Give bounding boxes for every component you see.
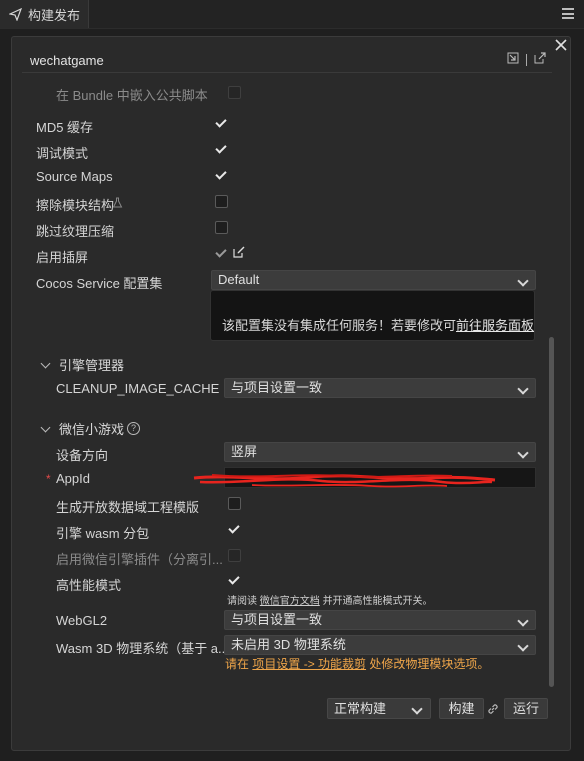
engine-manager-section[interactable]: 引擎管理器 (40, 355, 125, 374)
chevron-down-icon (517, 615, 529, 627)
note-suffix: 并开通高性能模式开关。 (322, 596, 433, 607)
engine-plugin-label: 启用微信引擎插件（分离引... (56, 552, 223, 567)
experiment-icon (112, 196, 123, 211)
redaction-scribble (193, 474, 496, 488)
build-button[interactable]: 构建 (439, 698, 484, 719)
service-info-box: 该配置集没有集成任何服务！若要修改可前往服务面板 (210, 290, 535, 341)
service-panel-link[interactable]: 前往服务面板 (456, 318, 534, 333)
note-prefix: 请阅读 (227, 596, 257, 607)
wechat-section[interactable]: 微信小游戏 ? (40, 419, 141, 438)
send-icon (9, 7, 22, 21)
help-icon[interactable]: ? (127, 422, 141, 435)
wasm-3d-physics-select[interactable]: 未启用 3D 物理系统 (224, 635, 536, 655)
cocos-service-value: Default (218, 272, 260, 287)
erase-modules-label: 擦除模块结构 (36, 198, 115, 213)
splash-label: 启用插屏 (36, 250, 89, 265)
cleanup-image-cache-value: 与项目设置一致 (231, 380, 323, 395)
warning-suffix: 处修改物理模块选项。 (369, 657, 490, 671)
webgl2-value: 与项目设置一致 (231, 612, 323, 627)
run-button[interactable]: 运行 (504, 698, 548, 719)
orientation-select[interactable]: 竖屏 (224, 442, 536, 462)
wechat-docs-link[interactable]: 微信官方文档 (260, 596, 320, 607)
wasm-3d-physics-value: 未启用 3D 物理系统 (231, 637, 346, 652)
build-mode-select[interactable]: 正常构建 (327, 698, 431, 719)
cocos-service-select[interactable]: Default (211, 270, 536, 290)
chevron-down-icon (517, 640, 529, 652)
source-maps-checkbox[interactable] (215, 169, 228, 182)
engine-manager-title: 引擎管理器 (59, 358, 125, 373)
appid-label: AppId (56, 471, 90, 486)
splash-checkbox[interactable] (215, 247, 228, 260)
source-maps-label: Source Maps (36, 169, 113, 184)
skip-texture-checkbox[interactable] (215, 221, 228, 234)
bundle-embed-checkbox[interactable] (228, 86, 241, 99)
webgl2-select[interactable]: 与项目设置一致 (224, 610, 536, 630)
tab-label: 构建发布 (28, 7, 81, 23)
tab-bar: 构建发布 (0, 0, 584, 29)
import-icon[interactable] (507, 52, 519, 67)
skip-texture-label: 跳过纹理压缩 (36, 224, 115, 239)
wechat-section-title: 微信小游戏 (59, 422, 125, 437)
chevron-down-icon (40, 358, 51, 368)
cleanup-image-cache-label: CLEANUP_IMAGE_CACHE (56, 381, 220, 396)
md5-label: MD5 缓存 (36, 120, 94, 135)
close-icon[interactable] (553, 37, 569, 53)
chevron-down-icon (411, 703, 423, 715)
physics-warning: 请在 项目设置 -> 功能裁剪 处修改物理模块选项。 (225, 655, 489, 672)
wasm-subpackage-checkbox[interactable] (228, 523, 241, 536)
orientation-value: 竖屏 (231, 444, 258, 459)
service-info-text: 该配置集没有集成任何服务！若要修改可前往服务面板 (222, 315, 534, 334)
menu-icon[interactable] (562, 8, 574, 19)
service-info-message: 该配置集没有集成任何服务！若要修改可 (222, 318, 457, 333)
erase-modules-checkbox[interactable] (215, 195, 228, 208)
link-icon[interactable] (486, 702, 500, 719)
high-performance-label: 高性能模式 (56, 578, 122, 593)
export-icon[interactable] (534, 52, 546, 67)
platform-title: wechatgame (30, 53, 104, 68)
project-settings-link[interactable]: 项目设置 -> 功能裁剪 (252, 657, 366, 671)
debug-checkbox[interactable] (215, 143, 228, 156)
warning-prefix: 请在 (225, 657, 250, 671)
chevron-down-icon (517, 383, 529, 395)
scrollbar[interactable] (549, 337, 554, 687)
header-separator (526, 53, 527, 66)
engine-plugin-checkbox[interactable] (228, 549, 241, 562)
open-data-checkbox[interactable] (228, 497, 241, 510)
md5-checkbox[interactable] (215, 117, 228, 130)
chevron-down-icon (40, 422, 51, 432)
wasm-subpackage-label: 引擎 wasm 分包 (56, 526, 150, 541)
cleanup-image-cache-select[interactable]: 与项目设置一致 (224, 378, 536, 398)
required-marker: * (46, 472, 51, 486)
high-performance-note: 请阅读 微信官方文档 并开通高性能模式开关。 (227, 592, 433, 607)
webgl2-label: WebGL2 (56, 613, 108, 628)
chevron-down-icon (517, 275, 529, 287)
cocos-service-label: Cocos Service 配置集 (36, 276, 163, 291)
platform-header: wechatgame (22, 44, 552, 73)
bundle-embed-label: 在 Bundle 中嵌入公共脚本 (56, 88, 208, 103)
tab-build-publish[interactable]: 构建发布 (0, 0, 89, 28)
debug-label: 调试模式 (36, 146, 89, 161)
open-data-label: 生成开放数据域工程模版 (56, 500, 200, 515)
high-performance-checkbox[interactable] (228, 574, 241, 587)
build-mode-value: 正常构建 (334, 701, 387, 716)
edit-icon[interactable] (233, 246, 245, 261)
chevron-down-icon (517, 447, 529, 459)
orientation-label: 设备方向 (56, 448, 109, 463)
wasm-3d-physics-label: Wasm 3D 物理系统（基于 a... (56, 641, 229, 656)
